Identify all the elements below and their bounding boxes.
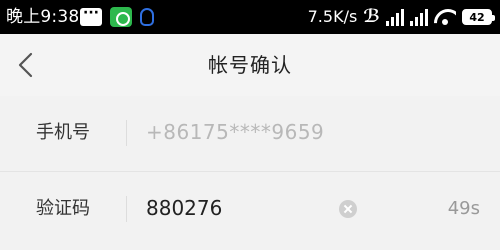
qq-icon — [140, 8, 154, 26]
divider — [126, 120, 127, 146]
clear-icon[interactable] — [339, 200, 357, 218]
app-notification-icon — [110, 7, 132, 27]
battery-level: 42 — [469, 10, 485, 24]
verification-code-row: 验证码 — [0, 172, 500, 248]
wifi-icon — [434, 9, 456, 25]
page-title: 帐号确认 — [208, 53, 292, 77]
divider — [126, 196, 127, 222]
system-icons: 7.5K/s ℬ 42 — [307, 6, 495, 28]
signal-icon — [410, 8, 428, 26]
phone-row: 手机号 +86175****9659 — [0, 96, 500, 172]
navigation-bar: 帐号确认 — [0, 34, 500, 96]
phone-number: +86175****9659 — [146, 120, 325, 144]
code-label: 验证码 — [36, 198, 90, 219]
phone-label: 手机号 — [36, 122, 90, 143]
message-icon — [80, 5, 102, 26]
notification-icons — [80, 5, 154, 27]
verification-code-input[interactable] — [146, 192, 326, 224]
resend-countdown[interactable]: 49s — [448, 196, 480, 222]
status-bar: 晚上9:38 7.5K/s ℬ 42 — [0, 0, 500, 34]
battery-icon: 42 — [462, 9, 495, 25]
bluetooth-icon: ℬ — [363, 6, 380, 27]
network-speed: 7.5K/s — [307, 7, 358, 26]
status-time: 晚上9:38 — [6, 7, 80, 27]
signal-icon — [386, 8, 404, 26]
